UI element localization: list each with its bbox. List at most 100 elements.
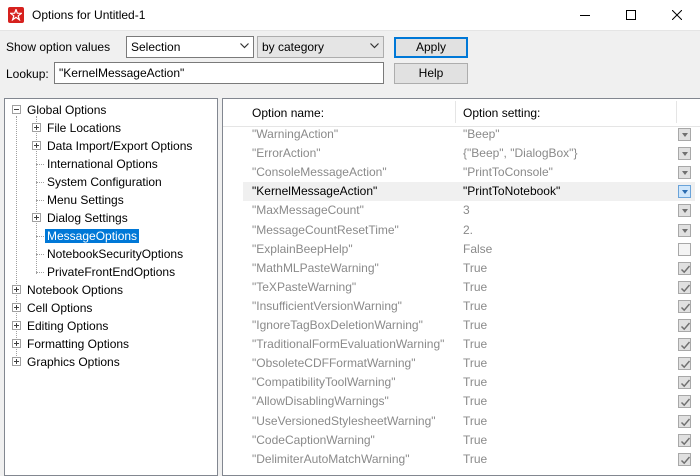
option-dropdown-button[interactable]: [678, 224, 691, 237]
options-table[interactable]: Option name: Option setting: "WarningAct…: [222, 98, 700, 476]
tree-item[interactable]: PrivateFrontEndOptions: [5, 263, 217, 281]
option-checkbox[interactable]: [678, 262, 691, 275]
table-row[interactable]: "MessageCountResetTime" 2.: [243, 221, 695, 240]
table-row[interactable]: "ErrorAction" {"Beep", "DialogBox"}: [243, 144, 695, 163]
option-setting[interactable]: 2.: [463, 223, 473, 237]
option-setting[interactable]: True: [463, 414, 487, 428]
option-setting[interactable]: "Beep": [463, 127, 500, 141]
option-setting[interactable]: True: [463, 299, 487, 313]
tree-item[interactable]: System Configuration: [5, 173, 217, 191]
table-row[interactable]: "MaxMessageCount" 3: [243, 201, 695, 220]
option-setting[interactable]: True: [463, 433, 487, 447]
apply-button[interactable]: Apply: [394, 37, 468, 58]
option-checkbox[interactable]: [678, 300, 691, 313]
tree-item[interactable]: Graphics Options: [5, 353, 217, 371]
option-checkbox[interactable]: [678, 434, 691, 447]
expand-icon[interactable]: [32, 141, 41, 150]
option-checkbox[interactable]: [678, 453, 691, 466]
options-tree[interactable]: Global Options File Locations Data Import/…: [4, 98, 218, 476]
column-header-setting[interactable]: Option setting:: [463, 106, 540, 120]
expand-icon[interactable]: [12, 357, 21, 366]
expand-icon[interactable]: [12, 303, 21, 312]
option-setting[interactable]: True: [463, 337, 487, 351]
option-name: "UseVersionedStylesheetWarning": [252, 414, 436, 428]
option-setting[interactable]: 3: [463, 203, 470, 217]
option-setting[interactable]: False: [463, 242, 492, 256]
option-checkbox[interactable]: [678, 357, 691, 370]
column-header-name[interactable]: Option name:: [252, 106, 324, 120]
grouping-dropdown[interactable]: by category: [257, 36, 384, 58]
option-dropdown-button[interactable]: [678, 147, 691, 160]
option-setting[interactable]: {"Beep", "DialogBox"}: [463, 146, 577, 160]
maximize-button[interactable]: [608, 0, 654, 31]
tree-item[interactable]: International Options: [5, 155, 217, 173]
tree-item-label: MessageOptions: [45, 229, 140, 243]
option-setting[interactable]: True: [463, 394, 487, 408]
option-name: "TeXPasteWarning": [252, 280, 357, 294]
minimize-button[interactable]: [562, 0, 608, 31]
table-row[interactable]: "ConsoleMessageAction" "PrintToConsole": [243, 163, 695, 182]
collapse-icon[interactable]: [12, 105, 21, 114]
option-setting[interactable]: True: [463, 375, 487, 389]
tree-item[interactable]: Dialog Settings: [5, 209, 217, 227]
tree-item[interactable]: Cell Options: [5, 299, 217, 317]
option-setting[interactable]: True: [463, 280, 487, 294]
option-name: "ObsoleteCDFFormatWarning": [252, 356, 416, 370]
option-setting[interactable]: True: [463, 452, 487, 466]
chevron-down-icon: [370, 43, 379, 49]
expand-icon[interactable]: [32, 213, 41, 222]
tree-item[interactable]: File Locations: [5, 119, 217, 137]
option-setting[interactable]: True: [463, 318, 487, 332]
option-setting[interactable]: "PrintToNotebook": [463, 184, 560, 198]
table-row[interactable]: "AllowDisablingWarnings" True: [243, 392, 695, 411]
table-row[interactable]: "TeXPasteWarning" True: [243, 278, 695, 297]
lookup-input[interactable]: "KernelMessageAction": [54, 62, 384, 84]
show-values-label: Show option values: [6, 40, 111, 54]
option-checkbox[interactable]: [678, 376, 691, 389]
table-row[interactable]: "InsufficientVersionWarning" True: [243, 297, 695, 316]
table-row[interactable]: "DelimiterAutoMatchWarning" True: [243, 450, 695, 469]
tree-item[interactable]: Global Options: [5, 101, 217, 119]
option-dropdown-button[interactable]: [678, 166, 691, 179]
table-row[interactable]: "ExplainBeepHelp" False: [243, 240, 695, 259]
table-row[interactable]: "ObsoleteCDFFormatWarning" True: [243, 354, 695, 373]
option-checkbox[interactable]: [678, 338, 691, 351]
option-setting[interactable]: True: [463, 356, 487, 370]
option-checkbox[interactable]: [678, 281, 691, 294]
expand-icon[interactable]: [12, 339, 21, 348]
help-button[interactable]: Help: [394, 63, 468, 84]
option-name: "ExplainBeepHelp": [252, 242, 353, 256]
tree-item[interactable]: Menu Settings: [5, 191, 217, 209]
option-checkbox[interactable]: [678, 319, 691, 332]
table-row[interactable]: "CodeCaptionWarning" True: [243, 431, 695, 450]
tree-item[interactable]: NotebookSecurityOptions: [5, 245, 217, 263]
table-header: Option name: Option setting:: [223, 99, 700, 127]
tree-item[interactable]: Notebook Options: [5, 281, 217, 299]
tree-item[interactable]: Data Import/Export Options: [5, 137, 217, 155]
option-dropdown-button[interactable]: [678, 204, 691, 217]
table-row[interactable]: "WarningAction" "Beep": [243, 125, 695, 144]
table-row[interactable]: "KernelMessageAction" "PrintToNotebook": [243, 182, 695, 201]
option-dropdown-button[interactable]: [678, 185, 691, 198]
table-row[interactable]: "IgnoreTagBoxDeletionWarning" True: [243, 316, 695, 335]
option-dropdown-button[interactable]: [678, 128, 691, 141]
expand-icon[interactable]: [32, 123, 41, 132]
table-row[interactable]: "UseVersionedStylesheetWarning" True: [243, 412, 695, 431]
tree-item[interactable]: MessageOptions: [5, 227, 217, 245]
option-name: "WarningAction": [252, 127, 339, 141]
tree-item[interactable]: Editing Options: [5, 317, 217, 335]
tree-item[interactable]: Formatting Options: [5, 335, 217, 353]
expand-icon[interactable]: [12, 285, 21, 294]
option-setting[interactable]: True: [463, 261, 487, 275]
checkmark-icon: [680, 322, 691, 331]
expand-icon[interactable]: [12, 321, 21, 330]
close-button[interactable]: [654, 0, 700, 31]
scope-dropdown[interactable]: Selection: [126, 36, 254, 58]
option-checkbox[interactable]: [678, 415, 691, 428]
option-setting[interactable]: "PrintToConsole": [463, 165, 553, 179]
option-checkbox[interactable]: [678, 395, 691, 408]
option-checkbox[interactable]: [678, 243, 691, 256]
table-row[interactable]: "CompatibilityToolWarning" True: [243, 373, 695, 392]
table-row[interactable]: "MathMLPasteWarning" True: [243, 259, 695, 278]
table-row[interactable]: "TraditionalFormEvaluationWarning" True: [243, 335, 695, 354]
